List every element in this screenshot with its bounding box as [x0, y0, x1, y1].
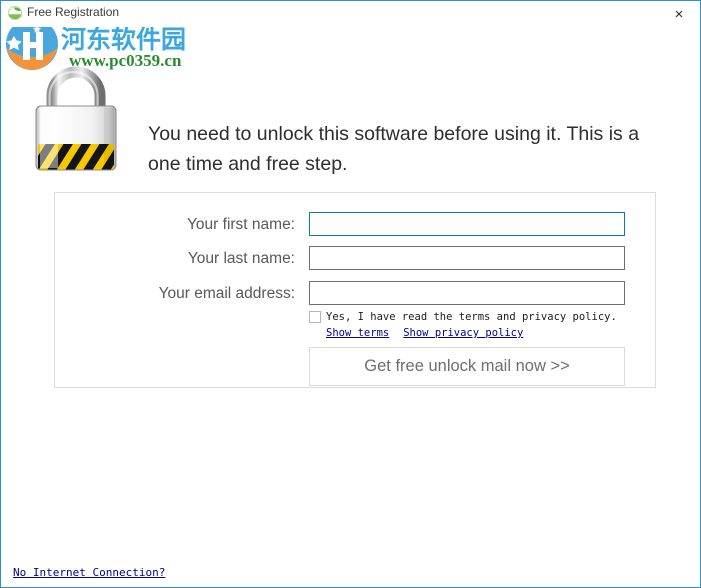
terms-checkbox[interactable]	[309, 311, 321, 323]
first-name-row: Your first name:	[55, 212, 655, 238]
no-internet-connection-link[interactable]: No Internet Connection?	[13, 566, 165, 579]
last-name-label: Your last name:	[187, 250, 295, 267]
get-unlock-mail-button-label: Get free unlock mail now >>	[364, 357, 570, 375]
last-name-row: Your last name:	[55, 246, 655, 272]
show-privacy-policy-link[interactable]: Show privacy policy	[403, 327, 523, 339]
show-terms-link[interactable]: Show terms	[326, 327, 389, 339]
padlock-icon	[26, 62, 126, 180]
policy-links: Show terms Show privacy policy	[326, 327, 523, 339]
title-bar: Free Registration ×	[1, 0, 700, 27]
last-name-input[interactable]	[309, 246, 625, 270]
page-title: You need to unlock this software before …	[148, 123, 640, 175]
consent-row: Yes, I have read the terms and privacy p…	[309, 310, 617, 324]
close-icon: ×	[674, 5, 684, 23]
globe-icon	[7, 5, 23, 21]
email-address-row: Your email address:	[55, 281, 655, 307]
window-title: Free Registration	[27, 5, 120, 19]
email-address-label: Your email address:	[158, 285, 295, 302]
registration-window: Free Registration × 河东软件园 www.pc0359.cn	[0, 0, 701, 588]
registration-form-panel: Your first name: Your last name: Your em…	[54, 192, 656, 388]
first-name-input[interactable]	[309, 212, 625, 236]
get-unlock-mail-button[interactable]: Get free unlock mail now >>	[309, 347, 625, 386]
terms-checkbox-label: Yes, I have read the terms and privacy p…	[326, 311, 617, 323]
first-name-label: Your first name:	[187, 216, 295, 233]
close-button[interactable]: ×	[656, 1, 700, 27]
email-address-input[interactable]	[309, 281, 625, 305]
